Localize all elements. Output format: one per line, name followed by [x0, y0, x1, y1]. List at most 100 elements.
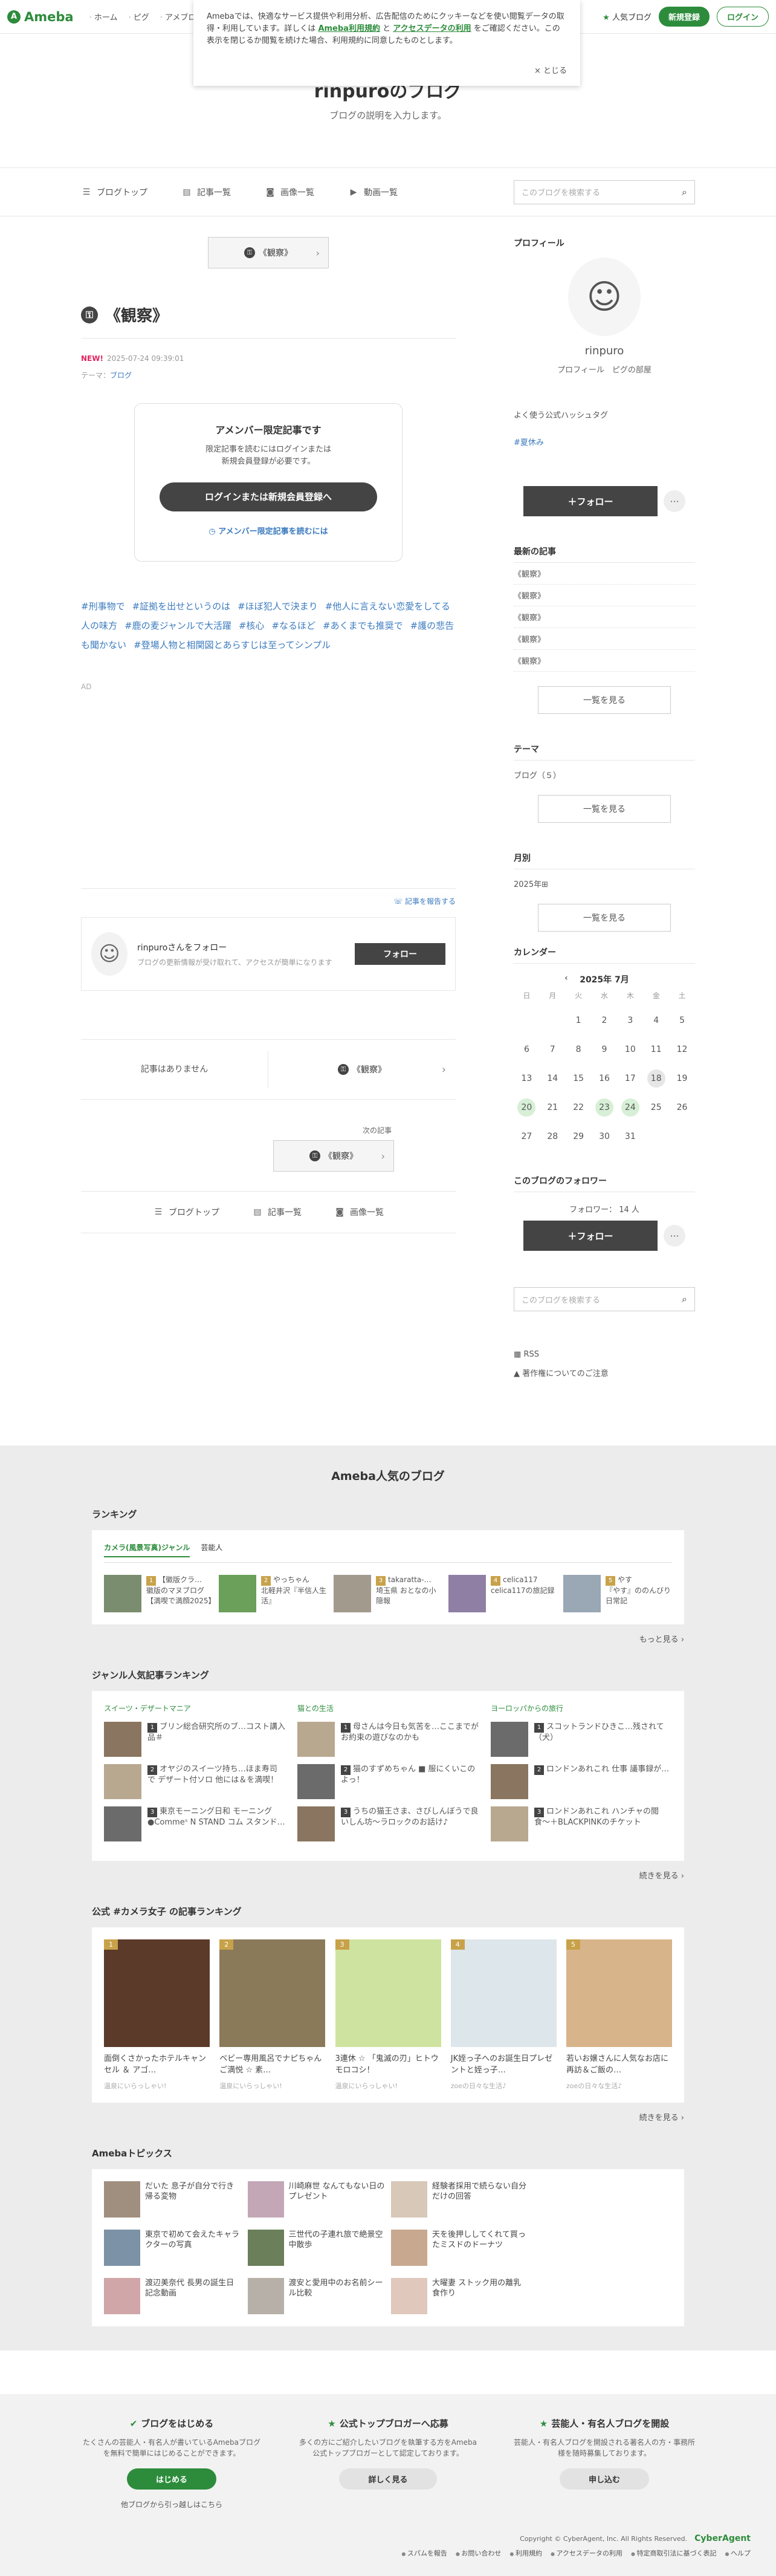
follow-button[interactable]: フォロー — [355, 943, 445, 965]
hashtag-link[interactable]: #なるほど — [271, 620, 315, 631]
hashtag-link[interactable]: #登場人物と相関図とあらすじは至ってシンプル — [134, 640, 331, 650]
footer-link[interactable]: お問い合わせ — [456, 2548, 501, 2558]
topic-thumbnail[interactable] — [247, 2278, 284, 2314]
calendar-day[interactable]: 11 — [647, 1040, 665, 1059]
topic-thumbnail[interactable] — [391, 2278, 427, 2314]
prev-entry-button[interactable]: ⚿ 《観察》 › — [208, 237, 329, 268]
login-register-button[interactable]: ログインまたは新規会員登録へ — [160, 482, 377, 511]
ranking-image[interactable]: 5 — [566, 1939, 672, 2047]
blog-search-input[interactable]: このブログを検索する ⌕ — [514, 180, 695, 204]
hashtag-link[interactable]: #証拠を出せというのは — [132, 601, 231, 612]
more-icon[interactable]: ··· — [664, 490, 685, 512]
genre-thumbnail[interactable] — [491, 1722, 528, 1757]
genre-thumbnail[interactable] — [491, 1806, 528, 1841]
calendar-day[interactable]: 15 — [569, 1069, 587, 1088]
follow-button[interactable]: ＋フォロー — [523, 1221, 658, 1251]
genre-thumbnail[interactable] — [297, 1722, 335, 1757]
official-hashtag-link[interactable]: #夏休み — [514, 436, 695, 447]
chevron-left-icon[interactable]: ‹ — [564, 973, 568, 983]
topic-thumbnail[interactable] — [391, 2230, 427, 2266]
calendar-day[interactable]: 26 — [673, 1098, 691, 1117]
calendar-day[interactable]: 23 — [595, 1098, 613, 1117]
footer-link[interactable]: ヘルプ — [725, 2548, 751, 2558]
ranking-image[interactable]: 2 — [219, 1939, 326, 2047]
recent-entry-link[interactable]: 《観察》 — [514, 606, 695, 628]
genre-item[interactable]: 1 ブリン総合研究所のブ…コスト講入品＃ — [104, 1722, 285, 1757]
more-link[interactable]: 続きを見る › — [92, 1869, 684, 1881]
calendar-day[interactable]: 17 — [621, 1069, 639, 1088]
recent-entry-link[interactable]: 《観察》 — [514, 628, 695, 650]
genre-item[interactable]: 3 ロンドンあれこれ ハンチャの閲食〜＋BLACKPINKのチケット — [491, 1806, 672, 1841]
topic-item[interactable]: だいた 息子が自分で行き帰る変物 — [104, 2181, 242, 2218]
hashtag-link[interactable]: #鹿の麦ジャンルで大活躍 — [124, 620, 231, 631]
genre-item[interactable]: 3 うちの猫王さま、さびしんぼうで良いしん坊〜ラロックのお話け♪ — [297, 1806, 479, 1841]
hashtag-link[interactable]: #刑事物で — [81, 601, 125, 612]
camera-ranking-item[interactable]: 1 面倒くさかったホテルキャンセル ＆ アゴ… 温泉にいらっしゃい! — [104, 1939, 210, 2091]
genre-thumbnail[interactable] — [104, 1764, 141, 1799]
hashtag-link[interactable]: #核心 — [239, 620, 265, 631]
calendar-day[interactable]: 2 — [595, 1011, 613, 1030]
ranking-thumbnail[interactable] — [448, 1575, 486, 1612]
topic-thumbnail[interactable] — [247, 2181, 284, 2218]
genre-item[interactable]: 2 猫のすずめちゃん ■ 服にくいこのよっ！ — [297, 1764, 479, 1799]
ameba-logo[interactable]: A Ameba — [7, 10, 74, 24]
genre-name[interactable]: ヨーロッパからの旅行 — [491, 1703, 672, 1713]
calendar-day[interactable]: 24 — [621, 1098, 639, 1117]
camera-ranking-item[interactable]: 2 ベビー専用風呂でナピちゃんご満悦 ☆ 素… 温泉にいらっしゃい! — [219, 1939, 326, 2091]
ranking-thumbnail[interactable] — [563, 1575, 601, 1612]
ranking-item[interactable]: 3 takaratta-… 埼玉県 おとなの小隠報 — [334, 1575, 442, 1612]
calendar-day[interactable]: 29 — [569, 1127, 587, 1146]
calendar-day[interactable]: 18 — [647, 1069, 665, 1088]
genre-thumbnail[interactable] — [491, 1764, 528, 1799]
entry-list-link[interactable]: ▤ 記事一覧 — [252, 1206, 302, 1218]
camera-ranking-item[interactable]: 4 JK姪っ子へのお誕生日プレゼントと姪っ子… zoeの日々な生活♪ — [450, 1939, 557, 2091]
footer-col-button[interactable]: はじめる — [126, 2468, 216, 2490]
genre-item[interactable]: 1 スコットランドひきこ…残されて（犬） — [491, 1722, 672, 1757]
ranking-thumbnail[interactable] — [334, 1575, 371, 1612]
tab-celebrity[interactable]: 芸能人 — [201, 1542, 222, 1557]
sidebar-search-input[interactable]: このブログを検索する ⌕ — [514, 1287, 695, 1311]
ranking-image[interactable]: 3 — [335, 1939, 441, 2047]
footer-link[interactable]: 利用規約 — [509, 2548, 542, 2558]
footer-link[interactable]: アクセスデータの利用 — [551, 2548, 622, 2558]
access-data-link[interactable]: アクセスデータの利用 — [393, 24, 471, 33]
next-entry-link[interactable]: ⚿ 《観察》 › — [268, 1063, 456, 1076]
login-button[interactable]: ログイン — [716, 7, 769, 27]
calendar-day[interactable]: 16 — [595, 1069, 613, 1088]
genre-item[interactable]: 2 ロンドンあれこれ 仕事 議事録が… — [491, 1764, 672, 1799]
calendar-day[interactable]: 30 — [595, 1127, 613, 1146]
topic-item[interactable]: 渡安と愛用中のお名前シール比較 — [247, 2278, 386, 2314]
ranking-item[interactable]: 5 やす 『やす』ののんびり日常記 — [563, 1575, 672, 1612]
genre-item[interactable]: 1 母さんは今日も気苦を…ここまでがお約束の遊びなのかも — [297, 1722, 479, 1757]
terms-link[interactable]: Ameba利用規約 — [318, 24, 380, 33]
calendar-day[interactable]: 7 — [543, 1040, 561, 1059]
more-link[interactable]: もっと見る › — [92, 1633, 684, 1644]
topic-thumbnail[interactable] — [104, 2181, 140, 2218]
calendar-day[interactable]: 20 — [517, 1098, 536, 1117]
ranking-item[interactable]: 2 やっちゃん 北軽井沢『半信人生活』 — [219, 1575, 328, 1612]
monthly-item-link[interactable]: 2025年⊞ — [514, 878, 695, 889]
topic-thumbnail[interactable] — [104, 2230, 140, 2266]
ranking-thumbnail[interactable] — [219, 1575, 256, 1612]
calendar-day[interactable]: 12 — [673, 1040, 691, 1059]
topic-item[interactable]: 東京で初めて会えたキャラクターの写真 — [104, 2230, 242, 2266]
image-list-link[interactable]: ◙ 画像一覧 — [334, 1206, 384, 1218]
topic-item[interactable]: 三世代の子連れ旅で絶景空中散歩 — [247, 2230, 386, 2266]
genre-name[interactable]: スイーツ・デザートマニア — [104, 1703, 285, 1713]
close-notice-button[interactable]: × とじる — [534, 65, 567, 77]
genre-name[interactable]: 猫との生活 — [297, 1703, 479, 1713]
blog-top-link[interactable]: ☰ ブログトップ — [153, 1206, 219, 1218]
topic-item[interactable]: 経験者採用で続らない自分だけの回答 — [391, 2181, 529, 2218]
calendar-day[interactable]: 27 — [517, 1127, 535, 1146]
report-entry-link[interactable]: ☏ 記事を報告する — [81, 888, 456, 906]
footer-link[interactable]: 特定商取引法に基づく表記 — [631, 2548, 716, 2558]
calendar-day[interactable]: 22 — [569, 1098, 587, 1117]
calendar-day[interactable]: 5 — [673, 1011, 691, 1030]
calendar-day[interactable]: 19 — [673, 1069, 691, 1088]
profile-avatar[interactable]: ☺ — [568, 258, 641, 336]
hashtag-link[interactable]: #あくまでも推奨で — [323, 620, 403, 631]
topic-item[interactable]: 川崎麻世 なんてもない日のプレゼント — [247, 2181, 386, 2218]
genre-thumbnail[interactable] — [297, 1806, 335, 1841]
topic-thumbnail[interactable] — [104, 2278, 140, 2314]
calendar-day[interactable]: 4 — [647, 1011, 665, 1030]
